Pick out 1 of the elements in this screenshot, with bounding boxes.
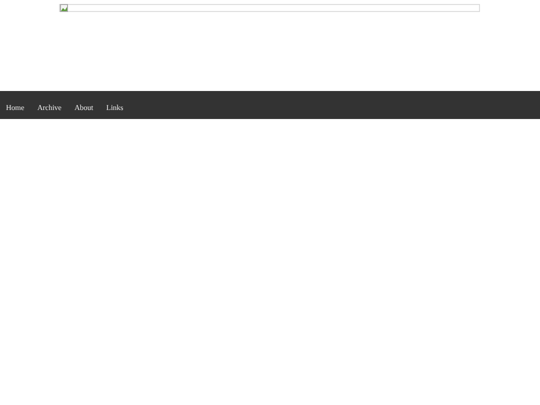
broken-image-icon <box>60 4 68 12</box>
